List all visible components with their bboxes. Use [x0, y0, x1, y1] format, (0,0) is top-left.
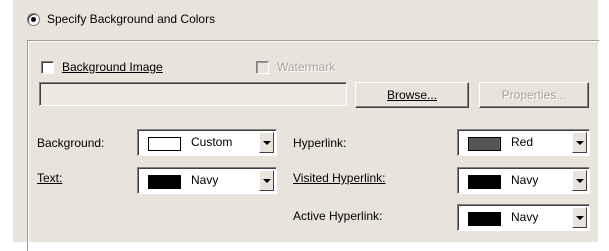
dropdown-arrow-icon[interactable]	[259, 132, 274, 153]
text-color-combo[interactable]: Navy	[137, 167, 277, 194]
background-image-path-input[interactable]	[39, 82, 347, 106]
hyperlink-color-value: Red	[511, 135, 534, 149]
background-color-combo[interactable]: Custom	[137, 129, 277, 156]
hyperlink-color-label: Hyperlink:	[293, 136, 347, 150]
dropdown-arrow-icon[interactable]	[572, 132, 587, 153]
visited-hyperlink-color-value: Navy	[511, 173, 539, 187]
text-color-label: Text:	[37, 171, 63, 185]
browse-button[interactable]: Browse...	[355, 82, 469, 108]
properties-button[interactable]: Properties...	[479, 82, 589, 108]
black-swatch-icon	[148, 175, 181, 189]
radio-button-icon[interactable]	[27, 12, 40, 26]
black-swatch-icon	[468, 212, 501, 226]
text-color-value: Navy	[191, 173, 219, 187]
specify-colors-label: Specify Background and Colors	[47, 12, 216, 26]
background-image-label: Background Image	[62, 60, 163, 74]
dropdown-arrow-icon[interactable]	[572, 207, 587, 228]
white-swatch-icon	[148, 137, 181, 151]
specify-colors-radio[interactable]: Specify Background and Colors	[27, 12, 215, 26]
watermark-label: Watermark	[277, 60, 336, 74]
black-swatch-icon	[468, 175, 501, 189]
active-hyperlink-color-label: Active Hyperlink:	[293, 209, 383, 223]
watermark-checkbox[interactable]: Watermark	[256, 60, 335, 74]
properties-button-label: Properties...	[501, 88, 567, 102]
checkbox-icon[interactable]	[256, 60, 269, 74]
hyperlink-color-combo[interactable]: Red	[457, 129, 590, 156]
active-hyperlink-color-value: Navy	[511, 210, 539, 224]
gray-swatch-icon	[468, 137, 501, 151]
background-image-checkbox[interactable]: Background Image	[41, 60, 163, 74]
dropdown-arrow-icon[interactable]	[259, 170, 274, 191]
browse-button-label: Browse...	[386, 88, 437, 102]
checkbox-icon[interactable]	[41, 60, 54, 74]
dropdown-arrow-icon[interactable]	[572, 170, 587, 191]
colors-panel: Specify Background and Colors Background…	[12, 0, 599, 251]
visited-hyperlink-color-label: Visited Hyperlink:	[293, 171, 386, 185]
background-color-value: Custom	[191, 135, 233, 149]
active-hyperlink-color-combo[interactable]: Navy	[457, 204, 590, 231]
visited-hyperlink-color-combo[interactable]: Navy	[457, 167, 590, 194]
background-color-label: Background:	[37, 136, 105, 150]
